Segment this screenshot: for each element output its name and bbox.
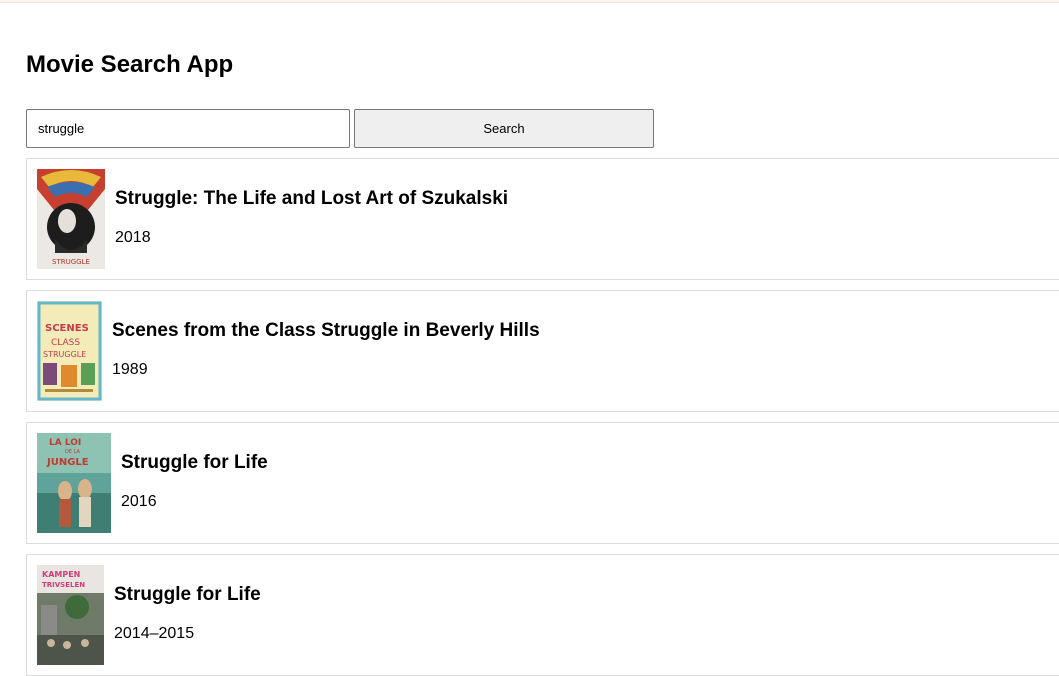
movie-title: Struggle: The Life and Lost Art of Szuka… <box>115 188 509 209</box>
movie-year: 2018 <box>115 229 151 246</box>
svg-text:SCENES: SCENES <box>45 323 89 334</box>
result-card[interactable]: STRUGGLE Struggle: The Life and Lost Art… <box>26 158 1059 280</box>
svg-text:JUNGLE: JUNGLE <box>46 457 89 468</box>
movie-poster: LA LOI DE LA JUNGLE <box>37 433 111 533</box>
svg-text:LA LOI: LA LOI <box>49 438 81 448</box>
page-title: Movie Search App <box>26 51 234 78</box>
movie-year: 2016 <box>121 493 157 510</box>
movie-poster: STRUGGLE <box>37 169 105 269</box>
search-button[interactable]: Search <box>354 109 654 148</box>
movie-poster: KAMPEN TRIVSELEN <box>37 565 104 665</box>
svg-text:DE LA: DE LA <box>65 449 80 455</box>
svg-text:STRUGGLE: STRUGGLE <box>43 350 86 359</box>
movie-poster: SCENES CLASS STRUGGLE <box>37 301 102 401</box>
svg-text:KAMPEN: KAMPEN <box>42 570 80 579</box>
search-input[interactable] <box>26 109 350 148</box>
result-card[interactable]: LA LOI DE LA JUNGLE Struggle for Life 20… <box>26 422 1059 544</box>
movie-year: 1989 <box>112 361 148 378</box>
top-accent-line <box>0 0 1059 3</box>
movie-title: Struggle for Life <box>114 584 261 605</box>
movie-title: Struggle for Life <box>121 452 268 473</box>
svg-text:CLASS: CLASS <box>51 338 80 348</box>
svg-text:TRIVSELEN: TRIVSELEN <box>42 581 85 589</box>
result-card[interactable]: SCENES CLASS STRUGGLE Scenes from the Cl… <box>26 290 1059 412</box>
movie-title: Scenes from the Class Struggle in Beverl… <box>112 320 540 341</box>
movie-year: 2014–2015 <box>114 625 195 642</box>
result-card[interactable]: KAMPEN TRIVSELEN Struggle for Life 2014–… <box>26 554 1059 676</box>
svg-text:STRUGGLE: STRUGGLE <box>52 258 90 266</box>
